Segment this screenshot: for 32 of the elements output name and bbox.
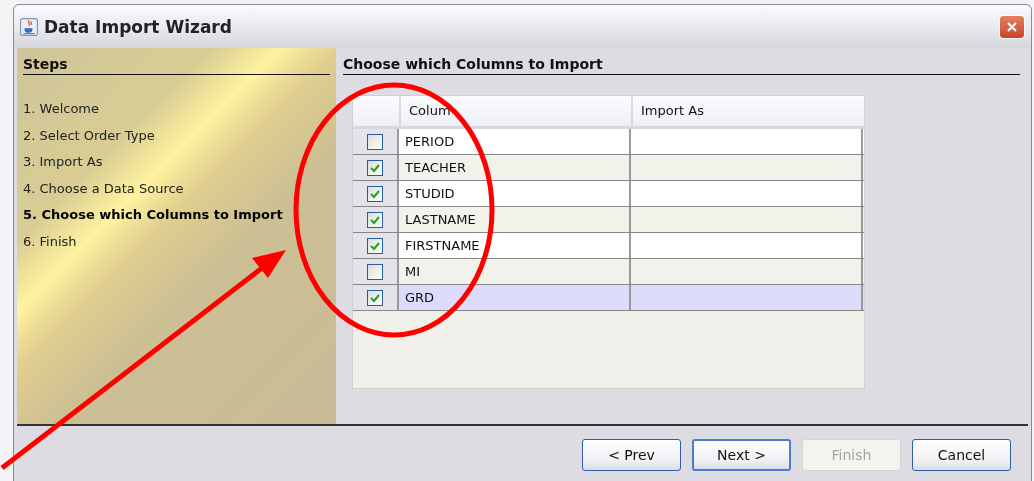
step-item: 5. Choose which Columns to Import: [23, 206, 284, 225]
checkbox[interactable]: [367, 133, 383, 150]
step-item: 2. Select Order Type: [23, 126, 156, 145]
step-item: 6. Finish: [23, 232, 78, 251]
table-row[interactable]: GRD: [353, 285, 864, 311]
table-row[interactable]: STUDID: [353, 181, 864, 207]
checkbox[interactable]: [367, 159, 383, 176]
step-item: 3. Import As: [23, 153, 104, 172]
steps-heading: Steps: [23, 56, 68, 72]
step-item: 1. Welcome: [23, 100, 100, 118]
table-row[interactable]: MI: [353, 259, 864, 285]
cup-icon: [20, 17, 38, 36]
table-cell: GRD: [399, 285, 631, 310]
column-header[interactable]: Colum: [399, 96, 631, 126]
checkbox[interactable]: [367, 211, 383, 228]
column-header[interactable]: Import As: [631, 96, 863, 126]
window-title: Data Import Wizard: [44, 16, 233, 37]
table-row[interactable]: FIRSTNAME: [353, 233, 864, 259]
checkbox[interactable]: [367, 263, 383, 280]
wizard-button[interactable]: < Prev: [582, 438, 681, 471]
close-icon: [1006, 20, 1018, 33]
wizard-button[interactable]: Cancel: [912, 438, 1011, 471]
table-row[interactable]: TEACHER: [353, 155, 864, 181]
close-button[interactable]: [999, 14, 1025, 39]
table-row[interactable]: PERIOD: [353, 129, 864, 155]
step-item: 4. Choose a Data Source: [23, 179, 185, 198]
checkbox[interactable]: [367, 289, 383, 306]
wizard-button[interactable]: Next >: [692, 438, 791, 471]
content-heading: Choose which Columns to Import: [343, 56, 603, 72]
table-row[interactable]: LASTNAME: [353, 207, 864, 233]
checkbox[interactable]: [367, 237, 383, 254]
checkbox[interactable]: [367, 185, 383, 202]
